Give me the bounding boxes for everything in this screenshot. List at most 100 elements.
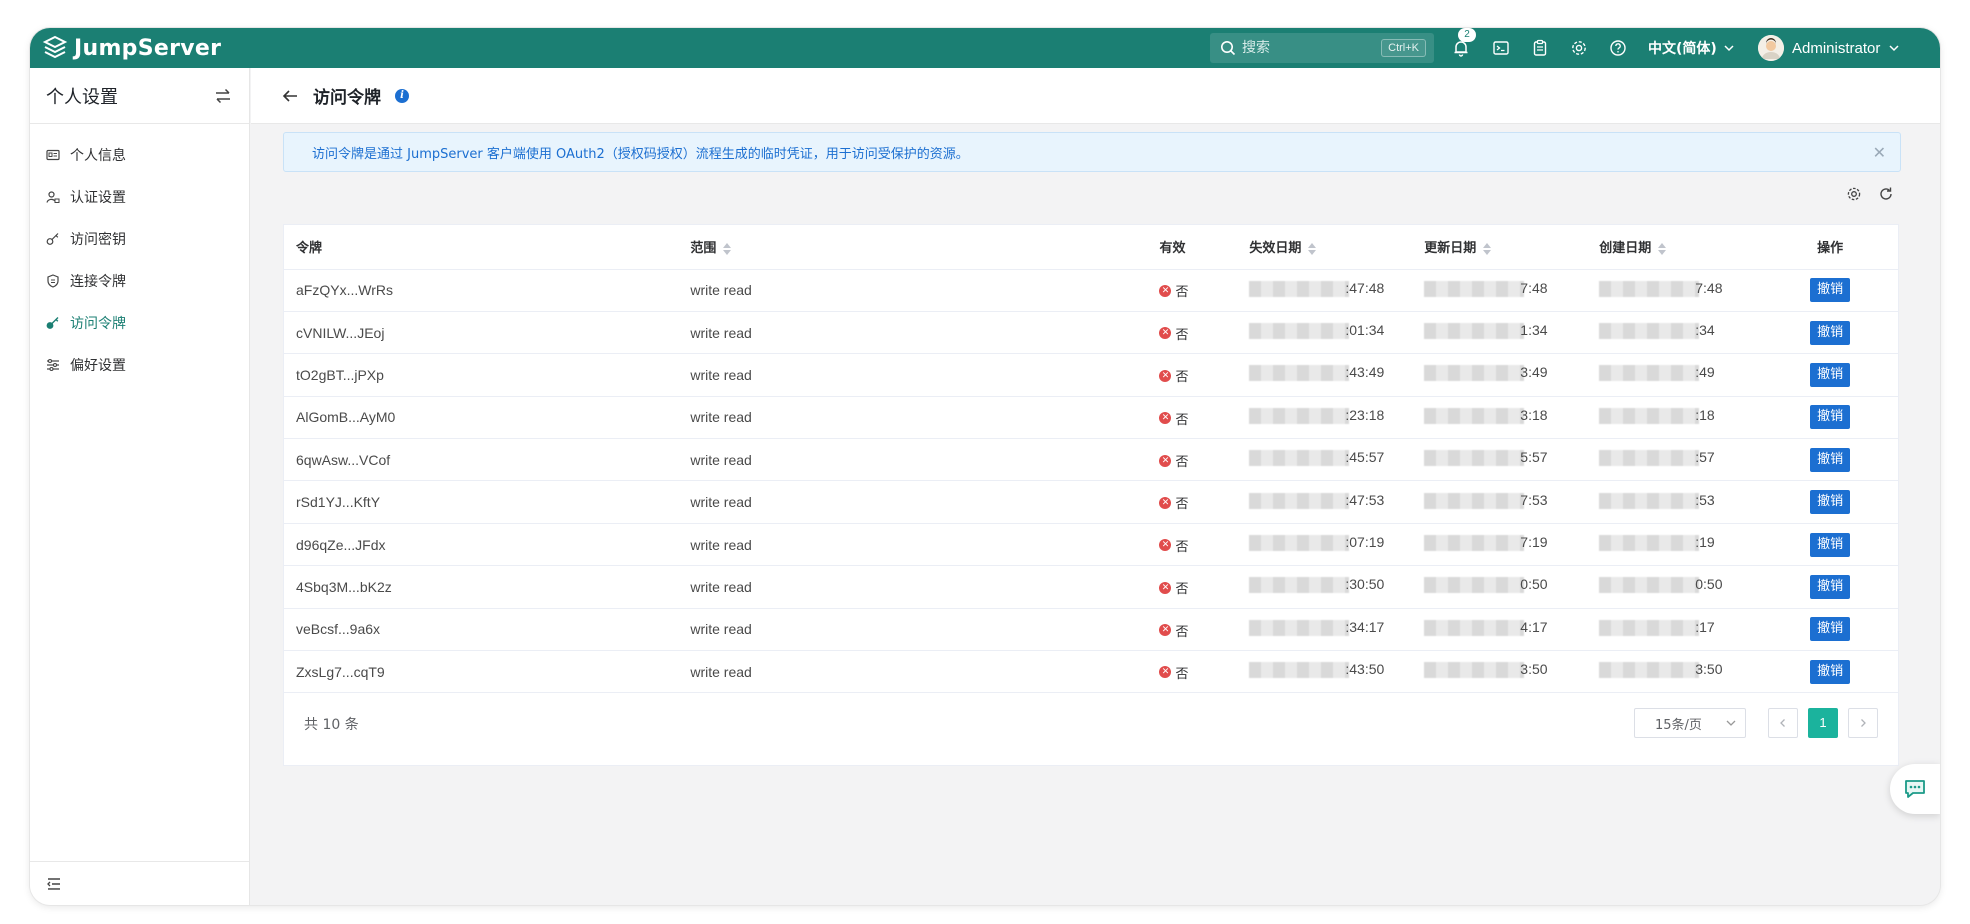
settings-button[interactable] <box>1568 37 1590 59</box>
sort-icon[interactable] <box>1657 242 1667 256</box>
sort-icon[interactable] <box>722 242 732 256</box>
revoke-button[interactable]: 撤销 <box>1810 532 1851 557</box>
table-row: 4Sbq3M...bK2z write read ✕ 否:30:50 0:50 0:50 撤… <box>284 565 1898 609</box>
search-input[interactable] <box>1242 38 1362 58</box>
column-header-expire[interactable]: 失效日期 <box>1237 225 1413 270</box>
chat-assistant-button[interactable] <box>1890 764 1940 814</box>
date-tail: :53 <box>1695 491 1715 508</box>
user-name: Administrator <box>1792 39 1881 57</box>
revoke-button[interactable]: 撤销 <box>1810 447 1851 472</box>
sidebar-footer <box>30 861 249 905</box>
status-badge: ✕ 否 <box>1159 366 1188 385</box>
table-row: ZxsLg7...cqT9 write read ✕ 否:43:50 3:50 3:50 撤… <box>284 650 1898 694</box>
date-tail: :17 <box>1695 618 1715 635</box>
column-header-actions: 操作 <box>1762 225 1898 270</box>
refresh-icon[interactable] <box>1878 186 1894 202</box>
revoke-button[interactable]: 撤销 <box>1810 405 1851 430</box>
help-button[interactable] <box>1607 37 1629 59</box>
back-arrow-icon[interactable] <box>281 87 299 105</box>
sidebar-item-profile[interactable]: 个人信息 <box>30 134 249 176</box>
revoke-button[interactable]: 撤销 <box>1810 574 1851 599</box>
date-tail: 5:57 <box>1520 449 1548 466</box>
logo[interactable]: JumpServer <box>42 34 221 62</box>
valid-label: 否 <box>1175 539 1189 555</box>
blurred-date: :43:49 <box>1249 364 1387 382</box>
sort-icon[interactable] <box>1482 242 1492 256</box>
table-row: aFzQYx...WrRs write read ✕ 否:47:48 7:48 7:48 撤… <box>284 269 1898 312</box>
collapse-menu-icon[interactable] <box>46 876 62 892</box>
redacted-block <box>1599 492 1700 509</box>
valid-label: 否 <box>1175 666 1189 682</box>
swap-icon[interactable] <box>213 86 233 106</box>
gear-icon[interactable] <box>1846 186 1862 202</box>
next-page-button[interactable] <box>1848 708 1878 738</box>
update-date-cell: 7:53 <box>1412 480 1588 524</box>
search-icon <box>1221 41 1236 56</box>
blurred-date: :23:18 <box>1249 407 1387 425</box>
column-header-update[interactable]: 更新日期 <box>1412 225 1588 270</box>
close-icon[interactable]: ✕ <box>1873 143 1886 162</box>
blurred-date: 1:34 <box>1424 322 1562 340</box>
redacted-block <box>1249 365 1350 382</box>
sidebar-item-access-key[interactable]: 访问密钥 <box>30 218 249 260</box>
info-icon[interactable]: i <box>395 88 409 103</box>
revoke-button[interactable]: 撤销 <box>1810 320 1851 345</box>
terminal-button[interactable] <box>1490 37 1512 59</box>
page-header: 访问令牌 i <box>251 68 1940 124</box>
valid-cell: ✕ 否 <box>1147 269 1238 312</box>
expire-date-cell: :43:50 <box>1237 650 1413 694</box>
column-header-scope[interactable]: 范围 <box>678 225 1148 270</box>
revoke-button[interactable]: 撤销 <box>1810 278 1851 303</box>
user-menu[interactable]: Administrator <box>1758 28 1900 68</box>
sidebar-item-preferences[interactable]: 偏好设置 <box>30 344 249 386</box>
blurred-date: 4:17 <box>1424 619 1562 637</box>
avatar <box>1758 35 1784 61</box>
redacted-block <box>1599 323 1700 340</box>
redacted-block <box>1424 450 1525 467</box>
date-tail: :34 <box>1695 322 1715 339</box>
sidebar-item-label: 访问令牌 <box>70 316 126 332</box>
redacted-block <box>1249 323 1350 340</box>
redacted-block <box>1424 492 1525 509</box>
sort-icon[interactable] <box>1307 242 1317 256</box>
error-circle-icon: ✕ <box>1159 624 1172 637</box>
blurred-date: 3:18 <box>1424 407 1562 425</box>
token-cell: aFzQYx...WrRs <box>284 269 679 312</box>
actions-cell: 撤销 <box>1762 608 1898 652</box>
scope-cell: write read <box>678 608 1148 652</box>
valid-label: 否 <box>1175 370 1189 386</box>
date-tail: 3:49 <box>1520 364 1548 381</box>
sidebar-item-label: 个人信息 <box>70 148 126 164</box>
date-tail: :47:48 <box>1345 279 1385 296</box>
date-tail: :23:18 <box>1345 406 1385 423</box>
global-search[interactable]: Ctrl+K <box>1210 33 1434 63</box>
date-tail: :57 <box>1695 449 1715 466</box>
valid-cell: ✕ 否 <box>1147 311 1238 355</box>
redacted-block <box>1249 535 1350 552</box>
blurred-date: :18 <box>1599 407 1737 425</box>
column-header-create[interactable]: 创建日期 <box>1587 225 1763 270</box>
token-cell: veBcsf...9a6x <box>284 608 679 652</box>
redacted-block <box>1424 619 1525 636</box>
sidebar-item-access-token[interactable]: 访问令牌 <box>30 302 249 344</box>
tickets-button[interactable] <box>1529 37 1551 59</box>
sidebar-item-auth[interactable]: 认证设置 <box>30 176 249 218</box>
blurred-date: :17 <box>1599 619 1737 637</box>
page-size-select[interactable]: 15条/页 <box>1634 708 1746 738</box>
language-selector[interactable]: 中文(简体) <box>1648 28 1735 68</box>
create-date-cell: :53 <box>1587 480 1763 524</box>
revoke-button[interactable]: 撤销 <box>1810 659 1851 684</box>
revoke-button[interactable]: 撤销 <box>1810 617 1851 642</box>
blurred-date: :43:50 <box>1249 661 1387 679</box>
sidebar-item-connection-token[interactable]: 连接令牌 <box>30 260 249 302</box>
valid-label: 否 <box>1175 497 1189 513</box>
language-label: 中文(简体) <box>1648 41 1717 57</box>
valid-label: 否 <box>1175 624 1189 640</box>
page-number-button[interactable]: 1 <box>1808 708 1838 738</box>
blurred-date: :45:57 <box>1249 449 1387 467</box>
revoke-button[interactable]: 撤销 <box>1810 362 1851 387</box>
revoke-button[interactable]: 撤销 <box>1810 490 1851 515</box>
prev-page-button[interactable] <box>1768 708 1798 738</box>
scope-cell: write read <box>678 438 1148 482</box>
token-cell: 6qwAsw...VCof <box>284 438 679 482</box>
